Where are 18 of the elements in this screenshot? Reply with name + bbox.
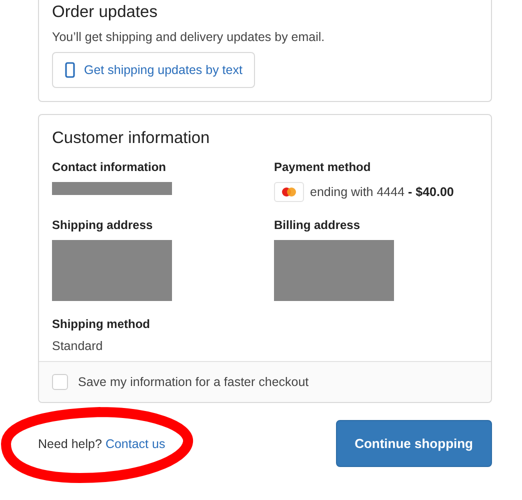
section-label: Shipping address [52,218,154,232]
description: You’ll get shipping and delivery updates by email. [52,30,326,44]
section-label: Contact information [52,160,167,174]
card-icon [274,182,304,202]
text-updates-button[interactable]: Get shipping updates by text [52,52,256,88]
help-text: Need help? Contact us [38,436,166,450]
continue-shopping-button[interactable]: Continue shopping [336,420,492,467]
section-label: Billing address [274,218,362,232]
section-label: Payment method [274,160,372,174]
checkbox-label: Save my information for a faster checkout [78,375,309,389]
section-label: Shipping method [52,317,151,331]
save-checkbox[interactable] [52,374,68,390]
payment-details: ending with 4444 - $40.00 [310,185,454,199]
card-title: Order updates [52,3,158,22]
card-title: Customer information [52,129,211,148]
phone-icon [65,62,75,78]
section-value: Standard [52,339,104,353]
contact-link[interactable]: Contact us [105,436,166,450]
